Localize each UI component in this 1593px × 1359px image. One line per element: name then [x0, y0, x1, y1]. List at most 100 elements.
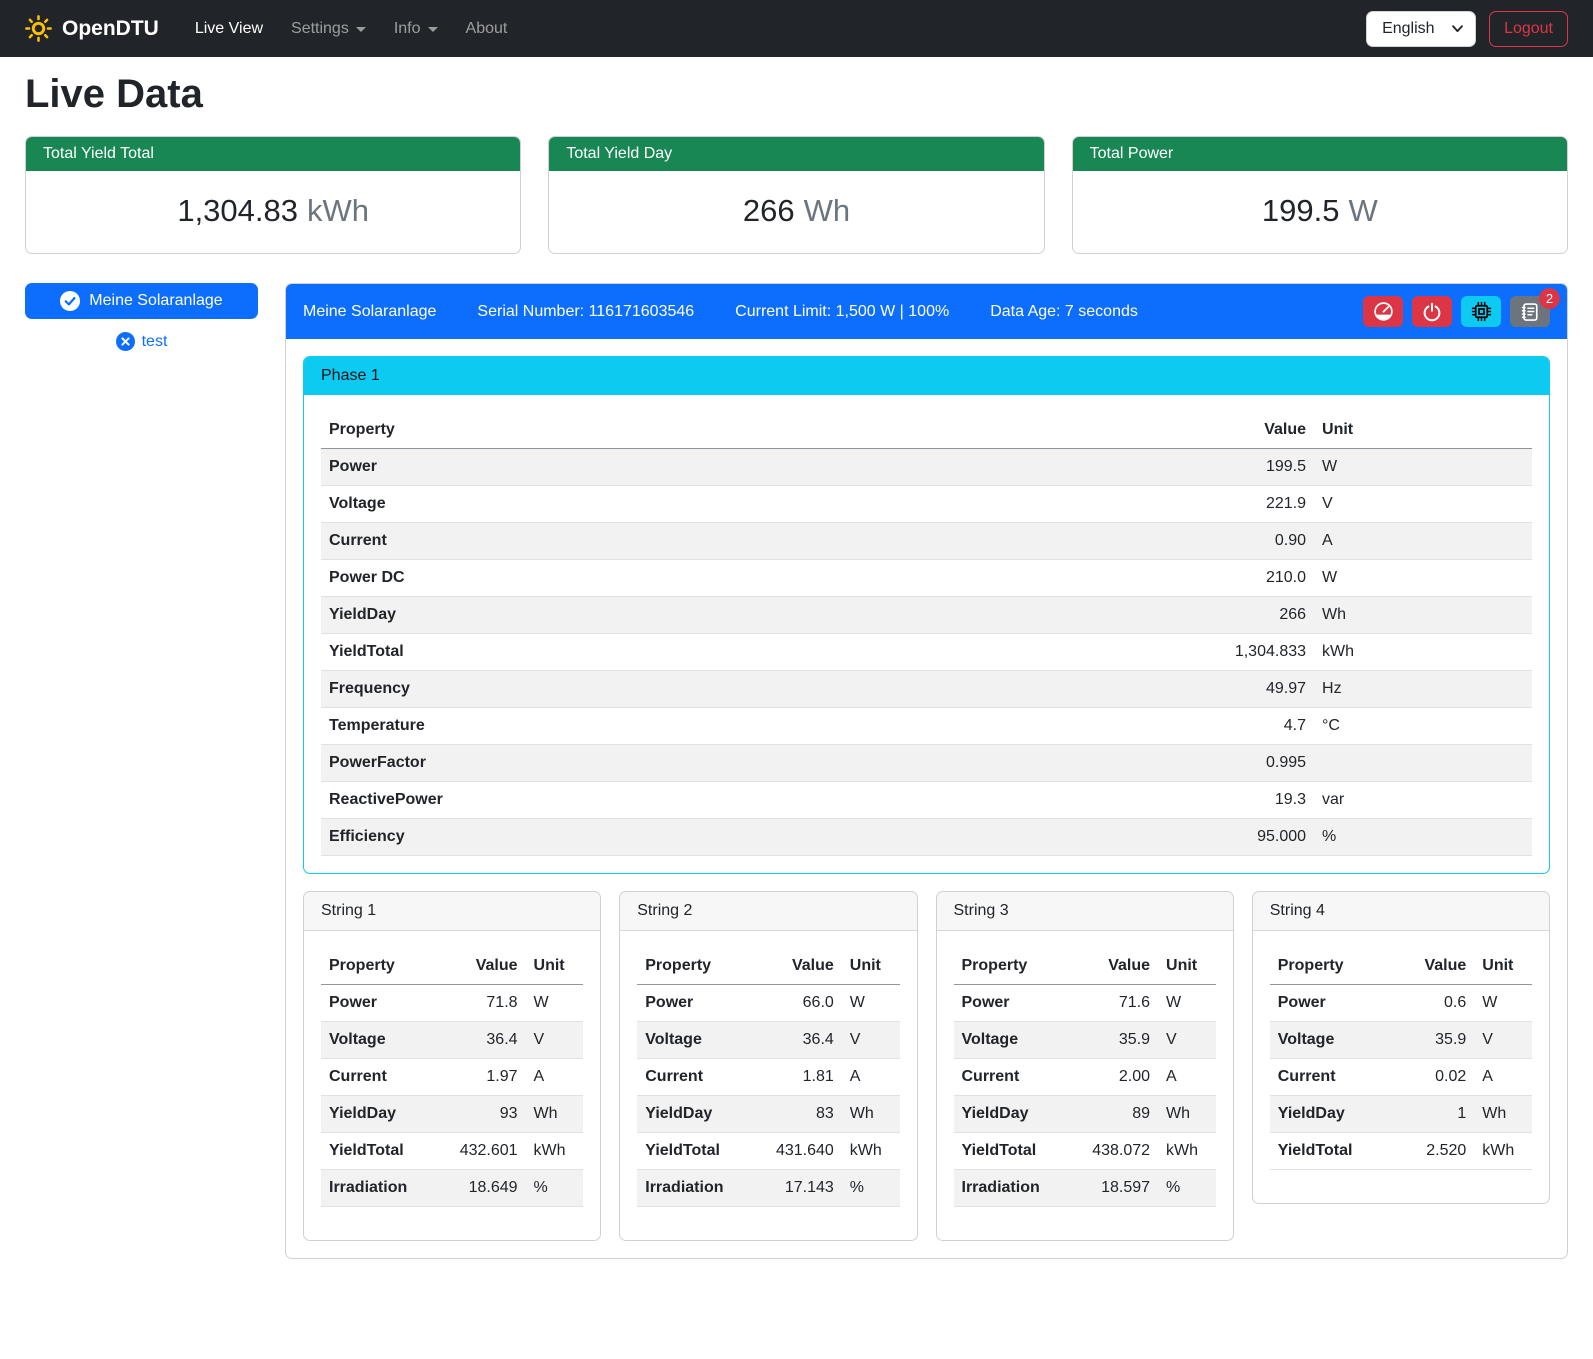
navbar: OpenDTU Live View Settings Info About En… [0, 0, 1593, 57]
table-head: Property Value Unit [954, 948, 1216, 985]
device-info-button[interactable] [1461, 296, 1501, 327]
inverter-select-button[interactable]: Meine Solaranlage [25, 283, 258, 319]
unit-cell: W [1314, 449, 1532, 486]
chevron-down-icon [428, 27, 438, 32]
value-cell: 35.9 [1069, 1022, 1158, 1059]
inverter-card-body: Phase 1 Property Value Unit Power199.5WV… [286, 339, 1567, 1258]
string-2-table: Property Value Unit Power66.0WVoltage36.… [637, 948, 899, 1207]
unit-cell: % [1158, 1170, 1216, 1207]
unit-cell: A [1474, 1059, 1532, 1096]
value-cell: 1,304.833 [1072, 634, 1314, 671]
table-header-row: Property Value Unit [321, 412, 1532, 449]
unit-cell: % [1314, 819, 1532, 856]
table-header-row: Property Value Unit [954, 948, 1216, 985]
app-brand[interactable]: OpenDTU [25, 15, 159, 42]
table-row: YieldTotal431.640kWh [637, 1133, 899, 1170]
property-cell: Voltage [637, 1022, 752, 1059]
table-row: Irradiation17.143% [637, 1170, 899, 1207]
value-cell: 438.072 [1069, 1133, 1158, 1170]
column-header-value: Value [1072, 412, 1314, 449]
value-cell: 17.143 [753, 1170, 842, 1207]
property-cell: Current [321, 1059, 436, 1096]
unit-cell: W [1314, 560, 1532, 597]
nav-item-live-view[interactable]: Live View [181, 12, 277, 46]
card-value: 199.5 [1262, 193, 1340, 228]
table-body: Power71.6WVoltage35.9VCurrent2.00AYieldD… [954, 985, 1216, 1207]
language-select[interactable]: English [1366, 11, 1476, 47]
column-header-property: Property [321, 948, 436, 985]
table-header-row: Property Value Unit [321, 948, 583, 985]
unit-cell: Wh [1314, 597, 1532, 634]
table-row: Current1.81A [637, 1059, 899, 1096]
nav-item-label: Live View [195, 20, 263, 38]
nav-item-label: Settings [291, 20, 349, 38]
property-cell: Power [637, 985, 752, 1022]
table-head: Property Value Unit [321, 412, 1532, 449]
column-header-value: Value [436, 948, 525, 985]
property-cell: YieldTotal [321, 634, 1072, 671]
journal-icon [1520, 302, 1540, 322]
unit-cell: W [526, 985, 584, 1022]
unit-cell: var [1314, 782, 1532, 819]
inverter-name: Meine Solaranlage [303, 303, 436, 321]
card-unit: W [1348, 193, 1377, 228]
nav-links: Live View Settings Info About [181, 12, 522, 46]
value-cell: 18.649 [436, 1170, 525, 1207]
property-cell: Irradiation [321, 1170, 436, 1207]
string-3-table: Property Value Unit Power71.6WVoltage35.… [954, 948, 1216, 1207]
value-cell: 431.640 [753, 1133, 842, 1170]
limit-settings-button[interactable] [1363, 296, 1403, 327]
table-head: Property Value Unit [321, 948, 583, 985]
inverter-item-test[interactable]: test [25, 332, 258, 351]
property-cell: Voltage [321, 1022, 436, 1059]
event-log-button[interactable]: 2 [1510, 296, 1550, 327]
column-header-unit: Unit [1314, 412, 1532, 449]
unit-cell: % [842, 1170, 900, 1207]
table-row: Voltage36.4V [637, 1022, 899, 1059]
chevron-down-icon [1452, 25, 1463, 33]
unit-cell: W [842, 985, 900, 1022]
value-cell: 89 [1069, 1096, 1158, 1133]
string-3-card: String 3 Property Value Unit [936, 891, 1234, 1241]
unit-cell: V [526, 1022, 584, 1059]
nav-item-about[interactable]: About [452, 12, 522, 46]
table-row: Power66.0W [637, 985, 899, 1022]
nav-item-settings[interactable]: Settings [277, 12, 380, 46]
value-cell: 95.000 [1072, 819, 1314, 856]
logout-button[interactable]: Logout [1489, 11, 1568, 47]
unit-cell: W [1474, 985, 1532, 1022]
column-header-unit: Unit [526, 948, 584, 985]
phase-1-card: Phase 1 Property Value Unit Power199.5WV… [303, 356, 1550, 874]
nav-item-info[interactable]: Info [380, 12, 452, 46]
language-value: English [1382, 20, 1434, 37]
property-cell: Frequency [321, 671, 1072, 708]
table-row: YieldTotal2.520kWh [1270, 1133, 1532, 1170]
string-2-card: String 2 Property Value Unit [619, 891, 917, 1241]
column-header-property: Property [1270, 948, 1385, 985]
value-cell: 36.4 [436, 1022, 525, 1059]
unit-cell [1314, 745, 1532, 782]
column-header-unit: Unit [1474, 948, 1532, 985]
inverter-card-header: Meine Solaranlage Serial Number: 1161716… [286, 284, 1567, 339]
power-control-button[interactable] [1412, 296, 1452, 327]
card-value: 266 [743, 193, 795, 228]
value-cell: 71.8 [436, 985, 525, 1022]
property-cell: YieldDay [321, 597, 1072, 634]
table-row: Temperature4.7°C [321, 708, 1532, 745]
table-row: Voltage35.9V [954, 1022, 1216, 1059]
summary-row: Total Yield Total 1,304.83kWh Total Yiel… [25, 136, 1568, 254]
value-cell: 1.97 [436, 1059, 525, 1096]
string-4-card: String 4 Property Value Unit [1252, 891, 1550, 1204]
table-row: Power71.6W [954, 985, 1216, 1022]
unit-cell: Wh [1158, 1096, 1216, 1133]
table-row: Power71.8W [321, 985, 583, 1022]
table-row: Current0.02A [1270, 1059, 1532, 1096]
table-body: Power199.5WVoltage221.9VCurrent0.90APowe… [321, 449, 1532, 856]
inverter-card: Meine Solaranlage Serial Number: 1161716… [285, 283, 1568, 1259]
value-cell: 221.9 [1072, 486, 1314, 523]
property-cell: Efficiency [321, 819, 1072, 856]
cpu-icon [1471, 301, 1492, 322]
card-header: Total Yield Total [26, 137, 520, 171]
string-1-table: Property Value Unit Power71.8WVoltage36.… [321, 948, 583, 1207]
card-header: Total Power [1073, 137, 1567, 171]
